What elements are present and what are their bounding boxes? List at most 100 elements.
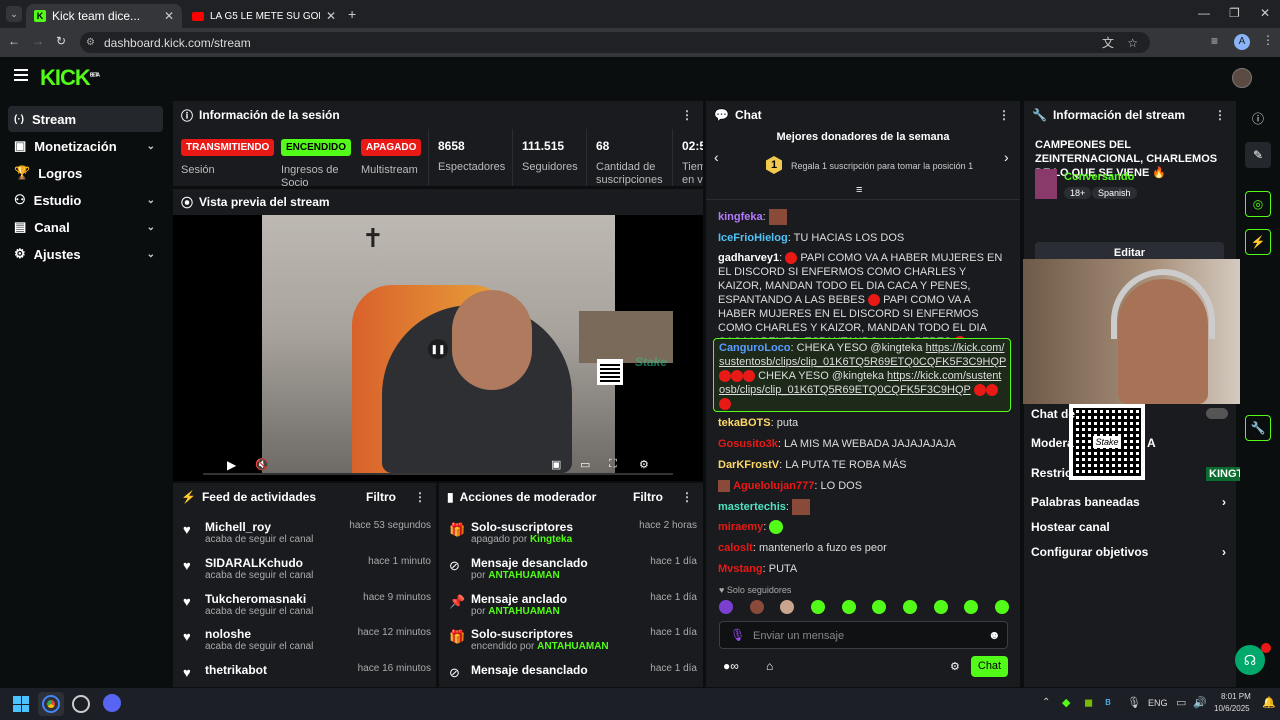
sidebar-item-estudio[interactable]: ⚇ Estudio ⌄ — [8, 187, 163, 213]
info-icon[interactable]: ⓘ — [1245, 105, 1271, 131]
chat-username[interactable]: Gosusito3k — [718, 438, 778, 450]
menu-host-channel[interactable]: Hostear canal — [1031, 520, 1110, 534]
sidebar-item-monetizacion[interactable]: ▣ Monetización ⌄ — [8, 133, 163, 159]
notifications-icon[interactable]: 🔔 — [1262, 696, 1276, 709]
kick-logo[interactable]: KICKBETA — [40, 65, 100, 91]
theater-icon[interactable]: ▭ — [580, 458, 590, 471]
volume-icon[interactable]: 🔊 — [1193, 696, 1207, 709]
language-indicator[interactable]: ENG — [1148, 698, 1168, 708]
discord-taskbar-icon[interactable] — [103, 694, 121, 712]
collapse-icon[interactable]: ≡ — [856, 184, 862, 196]
filter-button[interactable]: Filtro — [633, 490, 663, 504]
chat-username[interactable]: kingfeka — [718, 211, 763, 223]
chat-input[interactable]: 🎙 Enviar un mensaje ☻ — [719, 621, 1008, 649]
chat-username[interactable]: IceFrioHielog — [718, 232, 788, 244]
emote-icon[interactable] — [964, 600, 979, 614]
emote-icon[interactable] — [933, 600, 948, 614]
menu-restrictions-partial[interactable]: Restric — [1031, 466, 1072, 480]
pause-icon[interactable]: ❚❚ — [428, 339, 448, 359]
tray-app-icon[interactable]: ◆ — [1062, 696, 1070, 709]
chat-username[interactable]: caloslt — [718, 542, 753, 554]
chat-username[interactable]: CanguroLoco — [719, 342, 791, 354]
menu-configure-goals[interactable]: Configurar objetivos › — [1031, 545, 1226, 559]
emote-icon[interactable] — [841, 600, 856, 614]
browser-menu-icon[interactable]: ⋮ — [1262, 33, 1274, 47]
back-icon[interactable]: ← — [8, 34, 20, 48]
clock-time[interactable]: 8:01 PM — [1221, 692, 1251, 701]
windows-start-icon[interactable] — [13, 696, 29, 712]
fullscreen-icon[interactable]: ⛶ — [609, 458, 617, 471]
microphone-tray-icon[interactable]: 🎙 — [1127, 696, 1141, 709]
follower-name[interactable]: noloshe — [205, 627, 251, 641]
more-options-icon[interactable]: ⋮ — [681, 490, 693, 504]
toggle-switch[interactable] — [1206, 408, 1228, 419]
follower-name[interactable]: SIDARALKchudo — [205, 556, 303, 570]
emote-icon[interactable] — [994, 600, 1009, 614]
site-info-icon[interactable]: ⚙ — [86, 37, 95, 48]
emote-icon[interactable] — [719, 600, 733, 614]
category-link[interactable]: Conversando — [1064, 171, 1134, 183]
emote-icon[interactable] — [902, 600, 917, 614]
tab-close-icon[interactable]: ✕ — [164, 9, 174, 23]
mute-icon[interactable]: 🔇 — [255, 458, 269, 471]
more-options-icon[interactable]: ⋮ — [998, 108, 1010, 122]
chat-username[interactable]: Aguelolujan777 — [733, 480, 814, 492]
chat-username[interactable]: miraemy — [718, 521, 763, 533]
browser-tab-youtube[interactable]: LA G5 LE METE SU GOLPE A KI ✕ — [184, 4, 344, 28]
follower-name[interactable]: thetrikabot — [205, 663, 267, 677]
obs-taskbar-icon[interactable] — [72, 695, 90, 713]
restore-button[interactable]: ❐ — [1229, 6, 1240, 20]
camera-icon[interactable]: ◎ — [1245, 191, 1271, 217]
chevron-left-icon[interactable]: ‹ — [714, 149, 719, 165]
tray-chevron-icon[interactable]: ⌃ — [1042, 697, 1050, 708]
clock-date[interactable]: 10/6/2025 — [1214, 704, 1250, 713]
network-icon[interactable]: ▭ — [1176, 696, 1186, 709]
chat-username[interactable]: tekaBOTS — [718, 417, 771, 429]
translate-icon[interactable]: 文 — [1102, 34, 1114, 51]
bluetooth-icon[interactable]: ʙ — [1105, 696, 1111, 708]
emote-icon[interactable] — [872, 600, 887, 614]
profile-avatar[interactable]: A — [1234, 34, 1250, 50]
points-icon[interactable]: ●∞ — [723, 659, 739, 673]
tab-search-icon[interactable]: ⌄ — [6, 6, 22, 22]
reading-list-icon[interactable]: ≡ — [1211, 34, 1218, 48]
menu-chat-partial[interactable]: Chat de — [1031, 407, 1075, 421]
browser-tab-kick[interactable]: K Kick team dice... ✕ — [26, 4, 182, 28]
video-progress[interactable] — [203, 473, 673, 475]
url-field[interactable]: ⚙ dashboard.kick.com/stream 文 ☆ — [80, 32, 1150, 53]
reload-icon[interactable]: ↻ — [56, 34, 66, 48]
minimize-button[interactable]: — — [1198, 6, 1210, 20]
chevron-right-icon[interactable]: › — [1004, 149, 1009, 165]
settings-icon[interactable]: ⚙ — [639, 458, 649, 471]
chat-username[interactable]: mastertechis — [718, 501, 786, 513]
tag-pill[interactable]: 18+ — [1064, 187, 1092, 199]
menu-banned-words[interactable]: Palabras baneadas › — [1031, 495, 1226, 509]
more-options-icon[interactable]: ⋮ — [681, 108, 693, 122]
forward-icon[interactable]: → — [32, 34, 44, 48]
more-options-icon[interactable]: ⋮ — [1214, 108, 1226, 122]
tab-close-icon[interactable]: ✕ — [326, 9, 336, 23]
emote-icon[interactable] — [780, 600, 795, 614]
emote-icon[interactable] — [749, 600, 764, 614]
sidebar-item-canal[interactable]: ▤ Canal ⌄ — [8, 214, 163, 240]
send-chat-button[interactable]: Chat — [971, 656, 1008, 677]
emote-icon[interactable] — [810, 600, 825, 614]
wrench-icon[interactable]: 🔧 — [1245, 415, 1271, 441]
chat-username[interactable]: DarKFrostV — [718, 459, 779, 471]
emoji-icon[interactable]: ☻ — [988, 628, 1001, 642]
new-tab-button[interactable]: + — [348, 6, 356, 22]
chrome-taskbar-icon[interactable] — [38, 692, 64, 716]
hamburger-icon[interactable] — [14, 69, 28, 81]
microphone-icon[interactable]: 🎙 — [730, 628, 745, 642]
chat-username[interactable]: gadharvey1 — [718, 252, 779, 264]
follower-name[interactable]: Tukcheromasnaki — [205, 592, 306, 606]
menu-moderation-partial[interactable]: Modera — [1031, 436, 1074, 450]
store-icon[interactable]: ⌂ — [766, 659, 773, 673]
tag-pill[interactable]: Spanish — [1092, 187, 1137, 199]
follower-name[interactable]: Michell_roy — [205, 520, 271, 534]
video-player[interactable]: ✝ ❚❚ Stake ▶ 🔇 ▣ ▭ ⛶ ⚙ — [173, 215, 703, 481]
sidebar-item-logros[interactable]: 🏆 Logros — [8, 160, 163, 186]
pencil-icon[interactable]: ✎ — [1245, 142, 1271, 168]
sidebar-item-stream[interactable]: (·) Stream — [8, 106, 163, 132]
chat-username[interactable]: Mvstang — [718, 563, 763, 575]
